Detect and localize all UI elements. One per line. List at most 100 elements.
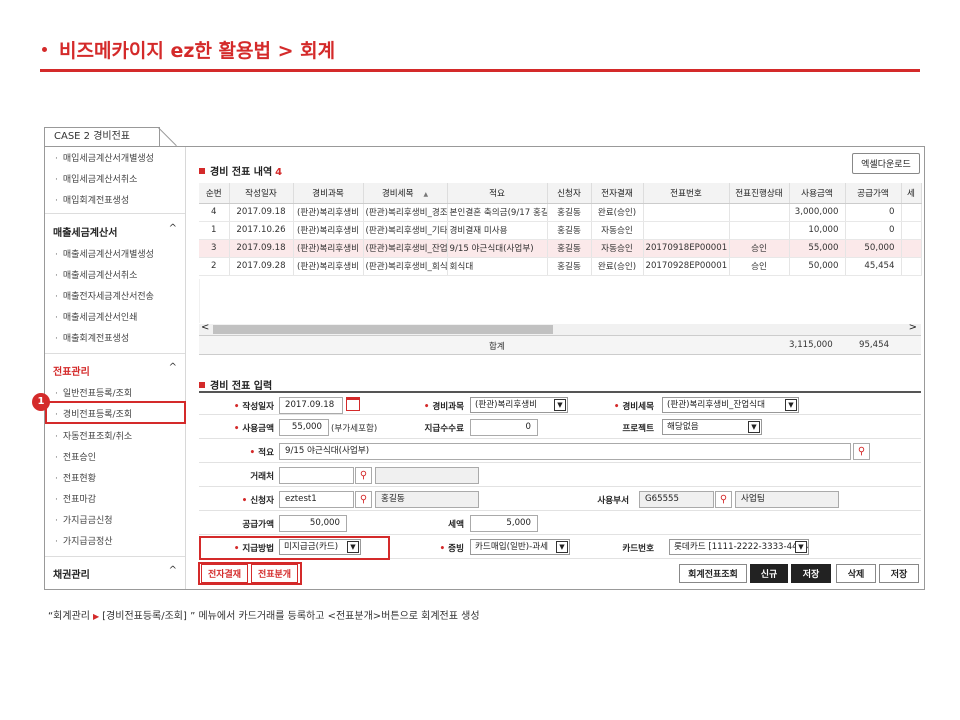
project-select[interactable]: 해당없음 ▼: [662, 419, 762, 435]
calendar-icon[interactable]: [346, 397, 360, 411]
sidebar-group-receivables[interactable]: 채권관리: [53, 566, 90, 581]
save-button[interactable]: 저장: [791, 564, 831, 583]
new-button[interactable]: 신규: [750, 564, 788, 583]
col-header[interactable]: 전자결재: [591, 183, 644, 204]
applicant-name-display: 홍길동: [375, 491, 479, 508]
chevron-down-icon[interactable]: ▼: [795, 541, 807, 553]
memo-input[interactable]: 9/15 야근식대(사업부): [279, 443, 851, 460]
sidebar-item-advance-request[interactable]: 가지급금신청: [55, 513, 113, 526]
slide-title: 비즈메카이지 ez한 활용법 > 회계: [42, 36, 335, 63]
split-voucher-button[interactable]: 전표분개: [251, 564, 298, 583]
col-header[interactable]: 세: [901, 183, 922, 204]
vendor-input[interactable]: [279, 467, 354, 484]
save-alt-button[interactable]: 저장: [879, 564, 919, 583]
sum-label: 합계: [489, 342, 505, 352]
horizontal-scrollbar[interactable]: < >: [199, 322, 921, 335]
card-no-select[interactable]: 롯데카드 [1111-2222-3333-4444 ▼: [669, 539, 809, 555]
cell-status: [729, 221, 790, 240]
e-approval-button[interactable]: 전자결재: [201, 564, 248, 583]
chevron-down-icon[interactable]: ▼: [748, 421, 760, 433]
case-tab[interactable]: CASE 2 경비전표: [44, 127, 160, 146]
cell-seq: 2: [199, 257, 230, 276]
sidebar-item-auto-voucher[interactable]: 자동전표조회/취소: [55, 429, 132, 442]
sidebar-item-sales-tax-create[interactable]: 매출세금계산서개별생성: [55, 247, 154, 260]
detail-select[interactable]: (판관)복리후생비_잔업식대 ▼: [662, 397, 799, 413]
applicant-input[interactable]: eztest1: [279, 491, 354, 508]
cell-status: 승인: [729, 257, 790, 276]
search-icon[interactable]: ⚲: [853, 443, 870, 460]
sidebar-item-voucher-close[interactable]: 전표마감: [55, 492, 96, 505]
amount-input[interactable]: 55,000: [279, 419, 329, 436]
sidebar-item-sales-tax-cancel[interactable]: 매출세금계산서취소: [55, 268, 138, 281]
app-frame: 매입세금계산서개별생성 매입세금계산서취소 매입회계전표생성 매출세금계산서 ^…: [32, 146, 925, 590]
col-header[interactable]: 공급가액: [845, 183, 902, 204]
delete-button[interactable]: 삭제: [836, 564, 876, 583]
chevron-down-icon[interactable]: ▼: [785, 399, 797, 411]
table-row[interactable]: 4 2017.09.18 (판관)복리후생비 (판관)복리후생비_경조 본인결혼…: [199, 203, 922, 222]
cell-detail: (판관)복리후생비_경조: [363, 203, 448, 222]
step-badge: 1: [32, 393, 50, 411]
col-header[interactable]: 경비과목: [293, 183, 364, 204]
sidebar-item-voucher-status[interactable]: 전표현황: [55, 471, 96, 484]
chevron-up-icon[interactable]: ^: [169, 362, 177, 373]
col-header[interactable]: 적요: [447, 183, 548, 204]
scroll-right-icon[interactable]: >: [909, 322, 917, 333]
col-header[interactable]: 작성일자: [229, 183, 294, 204]
col-header[interactable]: 신청자: [547, 183, 592, 204]
form-row: • 적요 9/15 야근식대(사업부) ⚲: [199, 439, 921, 463]
title-divider: [40, 69, 920, 72]
vendor-name-display: [375, 467, 479, 484]
col-header[interactable]: 경비세목 ▲: [363, 183, 448, 204]
search-icon[interactable]: ⚲: [355, 491, 372, 508]
col-header[interactable]: 사용금액: [789, 183, 846, 204]
fee-input[interactable]: 0: [470, 419, 538, 436]
sidebar-item-sales-etax-send[interactable]: 매출전자세금계산서전송: [55, 289, 154, 302]
table-row-selected[interactable]: 3 2017.09.18 (판관)복리후생비 (판관)복리후생비_잔업 9/15…: [199, 239, 922, 258]
applicant-label: • 신청자: [241, 496, 274, 506]
acc-voucher-lookup-button[interactable]: 회계전표조회: [679, 564, 747, 583]
sidebar-group-sales-tax[interactable]: 매출세금계산서: [53, 224, 117, 239]
search-icon[interactable]: ⚲: [355, 467, 372, 484]
chevron-up-icon[interactable]: ^: [169, 223, 177, 234]
search-icon[interactable]: ⚲: [715, 491, 732, 508]
cell-approval: 자동승인: [591, 239, 644, 258]
table-row[interactable]: 2 2017.09.28 (판관)복리후생비 (판관)복리후생비_회식 회식대 …: [199, 257, 922, 276]
sidebar-item-purchase-voucher[interactable]: 매입회계전표생성: [55, 193, 129, 206]
cell-approval: 자동승인: [591, 221, 644, 240]
sidebar-group-voucher-mgmt[interactable]: 전표관리: [53, 363, 90, 378]
sidebar-item-sales-tax-print[interactable]: 매출세금계산서인쇄: [55, 310, 138, 323]
sidebar-item-advance-settle[interactable]: 가지급금정산: [55, 534, 113, 547]
tax-input[interactable]: 5,000: [470, 515, 538, 532]
chevron-down-icon[interactable]: ▼: [556, 541, 568, 553]
voucher-table: 순번 작성일자 경비과목 경비세목 ▲ 적요 신청자 전자결재 전표번호 전표진행…: [199, 183, 922, 276]
sidebar-item-purchase-tax-cancel[interactable]: 매입세금계산서취소: [55, 172, 138, 185]
cell-seq: 4: [199, 203, 230, 222]
chevron-down-icon[interactable]: ▼: [554, 399, 566, 411]
scroll-left-icon[interactable]: <: [201, 322, 209, 333]
cell-seq: 1: [199, 221, 230, 240]
expense-select[interactable]: (판관)복리후생비 ▼: [470, 397, 568, 413]
sort-up-icon[interactable]: ▲: [424, 191, 429, 198]
sidebar-item-general-voucher[interactable]: 일반전표등록/조회: [55, 386, 132, 399]
amount-note: (부가세포함): [331, 424, 378, 434]
col-header[interactable]: 전표번호: [643, 183, 730, 204]
col-header[interactable]: 전표진행상태: [729, 183, 790, 204]
dept-code-input[interactable]: G65555: [639, 491, 714, 508]
caption: “회계관리 ▶ [경비전표등록/조회] ” 메뉴에서 카드거래를 등록하고 <전표분…: [48, 611, 480, 622]
sidebar-item-voucher-approval[interactable]: 전표승인: [55, 450, 96, 463]
chevron-up-icon[interactable]: ^: [169, 565, 177, 576]
memo-label: • 적요: [249, 448, 274, 458]
dept-label: 사용부서: [597, 496, 629, 506]
cell-date: 2017.09.28: [229, 257, 294, 276]
sidebar-item-purchase-tax-create[interactable]: 매입세금계산서개별생성: [55, 151, 154, 164]
date-input[interactable]: 2017.09.18: [279, 397, 343, 414]
sidebar-item-sales-voucher[interactable]: 매출회계전표생성: [55, 331, 129, 344]
supply-input[interactable]: 50,000: [279, 515, 347, 532]
table-row[interactable]: 1 2017.10.26 (판관)복리후생비 (판관)복리후생비_기타 경비결재…: [199, 221, 922, 240]
cell-expense: (판관)복리후생비: [293, 257, 364, 276]
excel-download-button[interactable]: 엑셀다운로드: [852, 153, 920, 174]
scrollbar-thumb[interactable]: [213, 325, 553, 334]
proof-select[interactable]: 카드매입(일반)-과세 ▼: [470, 539, 570, 555]
col-header[interactable]: 순번: [199, 183, 230, 204]
section-square-icon: [199, 168, 205, 174]
